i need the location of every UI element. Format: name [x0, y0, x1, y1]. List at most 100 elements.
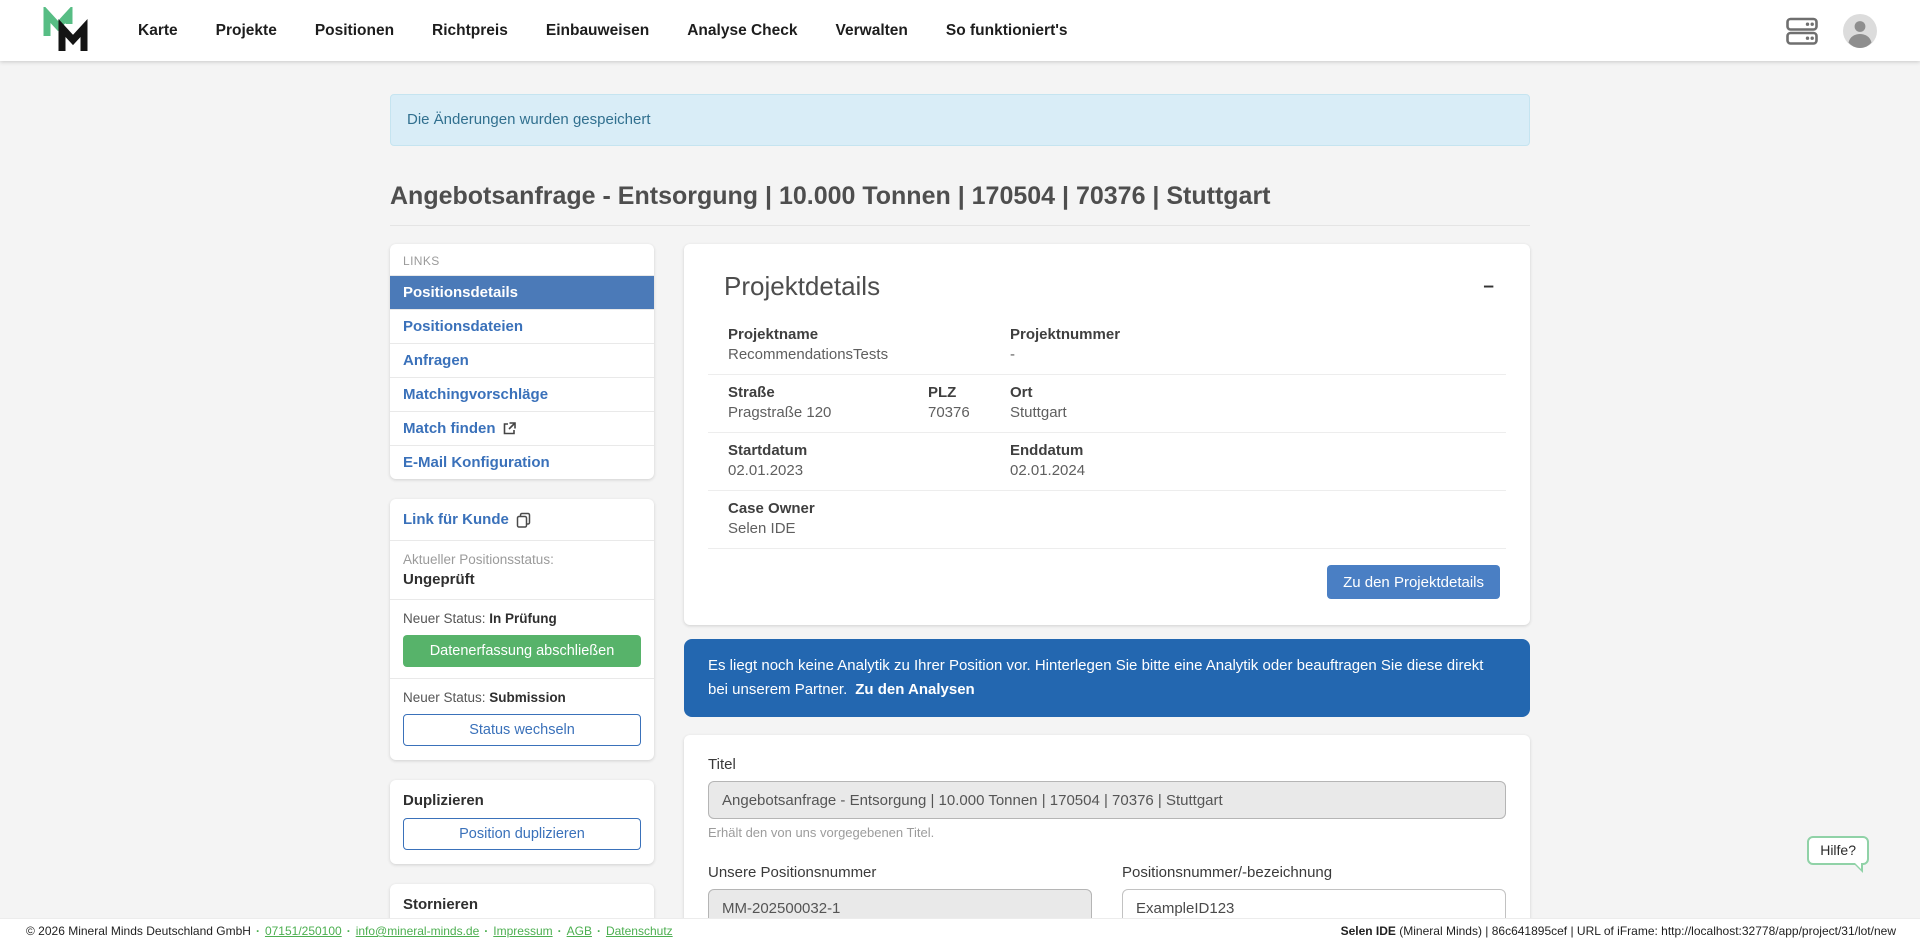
titel-label: Titel [708, 756, 1506, 773]
divider [390, 678, 654, 679]
customer-link-label: Link für Kunde [403, 511, 509, 528]
new-status-value: In Prüfung [489, 611, 557, 626]
sidebar-item-label: Positionsdetails [403, 284, 518, 301]
footer-phone-link[interactable]: 07151/250100 [265, 924, 342, 938]
field-value: 02.01.2024 [1010, 462, 1486, 479]
sidebar-item-matchingvorschlaege[interactable]: Matchingvorschläge [390, 377, 654, 411]
project-details-title: Projektdetails [724, 271, 880, 302]
project-details-card: Projektdetails – Projektname Recommendat… [684, 244, 1530, 625]
field-label: Case Owner [728, 500, 1486, 517]
new-status-line-1: Neuer Status: In Prüfung [403, 611, 641, 626]
footer-separator: · [558, 924, 562, 938]
field-label: Enddatum [1010, 442, 1486, 459]
footer-impressum-link[interactable]: Impressum [493, 924, 552, 938]
customer-link[interactable]: Link für Kunde [403, 511, 531, 528]
field-value: 02.01.2023 [728, 462, 1010, 479]
sidebar: LINKS Positionsdetails Positionsdateien … [390, 244, 654, 943]
nav-analyse-check[interactable]: Analyse Check [687, 22, 797, 40]
footer-datenschutz-link[interactable]: Datenschutz [606, 924, 673, 938]
our-position-number-label: Unsere Positionsnummer [708, 864, 1092, 881]
nav-verwalten[interactable]: Verwalten [836, 22, 908, 40]
status-card: Link für Kunde Aktueller Positionsstatus… [390, 499, 654, 760]
footer-session-text: (Mineral Minds) | 86c641895cef | URL of … [1396, 924, 1896, 938]
field-value: Stuttgart [1010, 404, 1486, 421]
footer-separator: · [597, 924, 601, 938]
footer-separator: · [347, 924, 351, 938]
new-status-value: Submission [489, 690, 566, 705]
sidebar-item-label: Matchingvorschläge [403, 386, 548, 403]
footer-separator: · [484, 924, 488, 938]
footer-agb-link[interactable]: AGB [567, 924, 592, 938]
collapse-icon[interactable]: – [1477, 271, 1500, 302]
field-label: Projektname [728, 326, 1010, 343]
position-form-card: Titel Erhält den von uns vorgegebenen Ti… [684, 735, 1530, 943]
nav-projekte[interactable]: Projekte [216, 22, 277, 40]
duplicate-card-title: Duplizieren [403, 792, 641, 809]
nav-richtpreis[interactable]: Richtpreis [432, 22, 508, 40]
detail-row-adresse: Straße Pragstraße 120 PLZ 70376 Ort Stut… [708, 375, 1506, 433]
field-label: Startdatum [728, 442, 1010, 459]
field-value: 70376 [928, 404, 1010, 421]
main-nav: Karte Projekte Positionen Richtpreis Ein… [138, 22, 1068, 40]
nav-positionen[interactable]: Positionen [315, 22, 394, 40]
new-status-prefix: Neuer Status: [403, 690, 489, 705]
field-value: - [1010, 346, 1486, 363]
footer-email-link[interactable]: info@mineral-minds.de [356, 924, 480, 938]
help-button[interactable]: Hilfe? [1807, 836, 1869, 865]
field-label: Straße [728, 384, 928, 401]
field-value: RecommendationsTests [728, 346, 1010, 363]
sidebar-item-label: E-Mail Konfiguration [403, 454, 550, 471]
sidebar-item-positionsdetails[interactable]: Positionsdetails [390, 275, 654, 309]
footer: © 2026 Mineral Minds Deutschland GmbH · … [0, 918, 1920, 943]
field-label: Projektnummer [1010, 326, 1486, 343]
save-success-alert: Die Änderungen wurden gespeichert [390, 94, 1530, 146]
new-status-prefix: Neuer Status: [403, 611, 489, 626]
sidebar-item-anfragen[interactable]: Anfragen [390, 343, 654, 377]
links-card-header: LINKS [390, 244, 654, 275]
analytics-banner-text: Es liegt noch keine Analytik zu Ihrer Po… [708, 657, 1483, 698]
environment-server-icon[interactable] [1786, 16, 1818, 46]
current-status-value: Ungeprüft [403, 571, 641, 588]
go-to-project-details-button[interactable]: Zu den Projektdetails [1327, 565, 1500, 599]
analytics-info-banner: Es liegt noch keine Analytik zu Ihrer Po… [684, 639, 1530, 717]
duplicate-card: Duplizieren Position duplizieren [390, 780, 654, 864]
avatar-icon [1842, 13, 1878, 49]
links-card: LINKS Positionsdetails Positionsdateien … [390, 244, 654, 479]
field-value: Selen IDE [728, 520, 1486, 537]
divider [390, 540, 654, 541]
titel-input[interactable] [708, 781, 1506, 819]
complete-data-entry-button[interactable]: Datenerfassung abschließen [403, 635, 641, 667]
footer-copyright: © 2026 Mineral Minds Deutschland GmbH [26, 924, 251, 938]
cancel-card-title: Stornieren [403, 896, 641, 913]
go-to-analyses-link[interactable]: Zu den Analysen [855, 681, 974, 698]
nav-so-funktionierts[interactable]: So funktioniert's [946, 22, 1068, 40]
copy-icon [516, 512, 531, 528]
field-value: Pragstraße 120 [728, 404, 928, 421]
sidebar-item-label: Positionsdateien [403, 318, 523, 335]
field-label: Ort [1010, 384, 1486, 401]
top-navbar: Karte Projekte Positionen Richtpreis Ein… [0, 0, 1920, 61]
sidebar-item-email-konfiguration[interactable]: E-Mail Konfiguration [390, 445, 654, 479]
sidebar-item-match-finden[interactable]: Match finden [390, 411, 654, 445]
divider [390, 599, 654, 600]
mineral-minds-logo[interactable] [40, 7, 92, 55]
footer-user: Selen IDE [1341, 924, 1396, 938]
sidebar-item-positionsdateien[interactable]: Positionsdateien [390, 309, 654, 343]
footer-session-info: Selen IDE (Mineral Minds) | 86c641895cef… [1341, 924, 1896, 938]
logo-icon [40, 7, 92, 55]
nav-karte[interactable]: Karte [138, 22, 178, 40]
switch-status-button[interactable]: Status wechseln [403, 714, 641, 746]
footer-separator: · [256, 924, 260, 938]
field-label: PLZ [928, 384, 1010, 401]
duplicate-position-button[interactable]: Position duplizieren [403, 818, 641, 850]
user-avatar[interactable] [1842, 13, 1878, 49]
server-stack-icon [1786, 16, 1818, 46]
current-status-label: Aktueller Positionsstatus: [403, 552, 641, 567]
external-link-icon [503, 422, 516, 435]
new-status-line-2: Neuer Status: Submission [403, 690, 641, 705]
page-title: Angebotsanfrage - Entsorgung | 10.000 To… [390, 182, 1530, 226]
sidebar-item-label: Match finden [403, 420, 496, 437]
detail-row-projekt: Projektname RecommendationsTests Projekt… [708, 317, 1506, 375]
nav-einbauweisen[interactable]: Einbauweisen [546, 22, 649, 40]
sidebar-item-label: Anfragen [403, 352, 469, 369]
